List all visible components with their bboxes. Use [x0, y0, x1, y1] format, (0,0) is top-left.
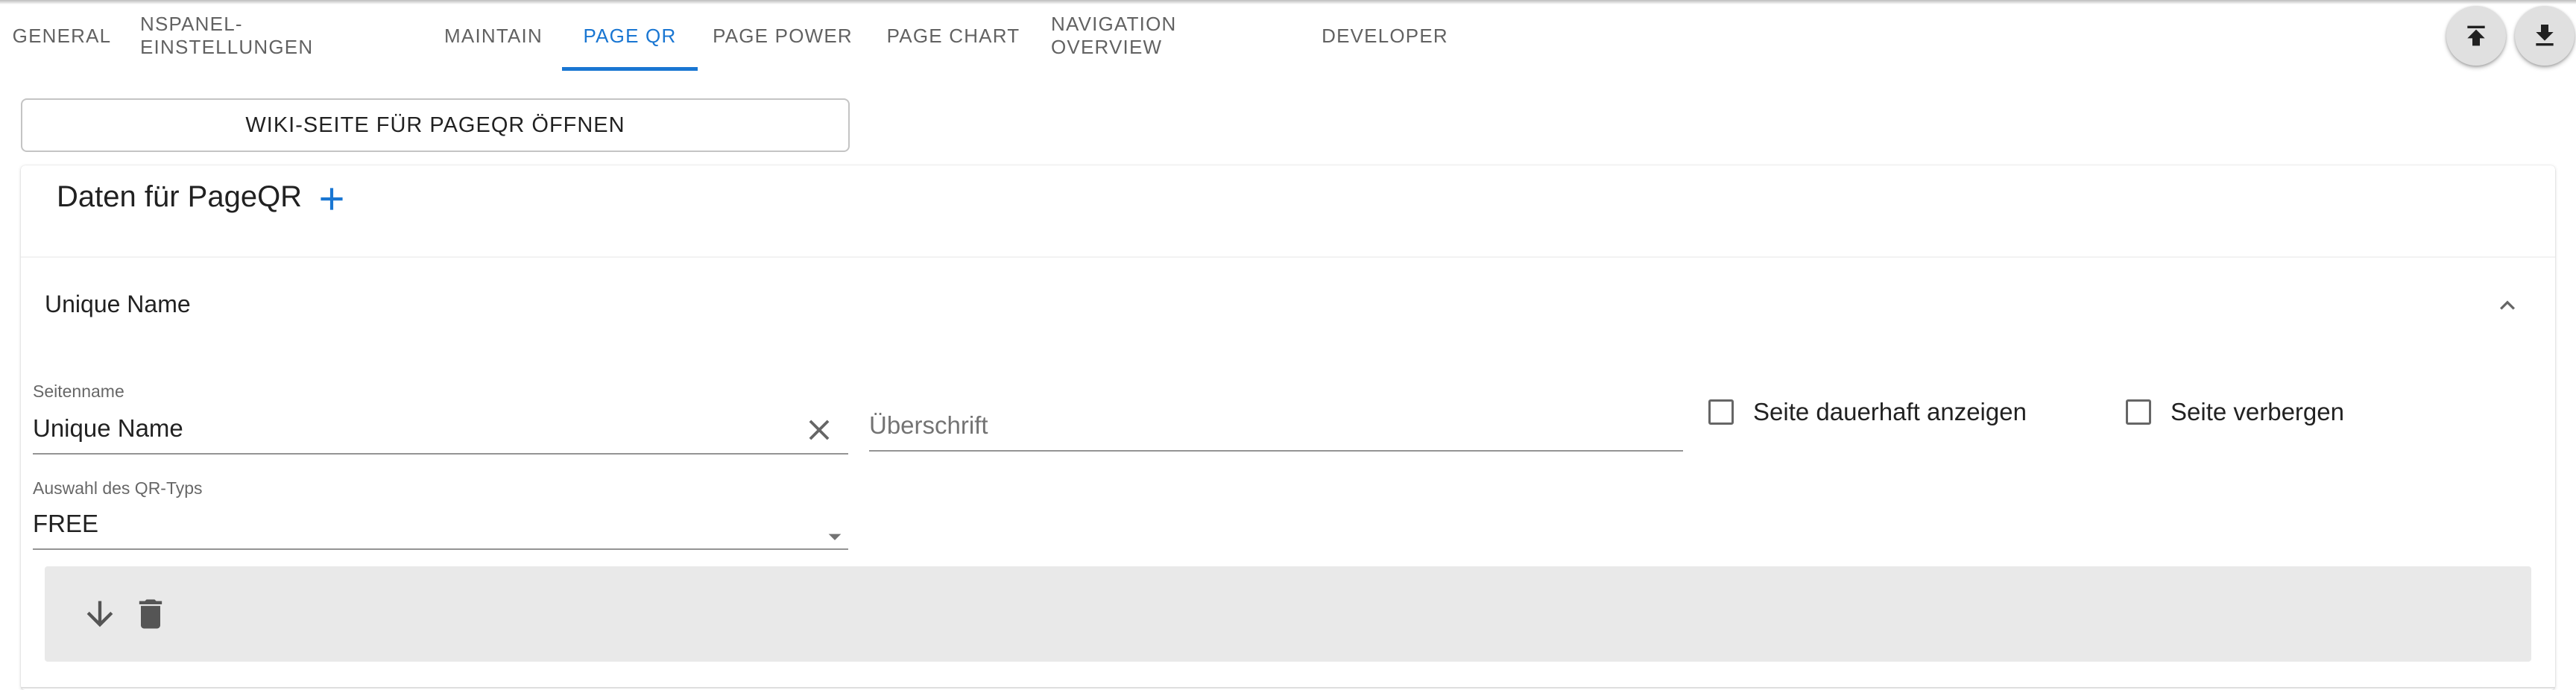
card-title: Daten für PageQR [57, 180, 303, 213]
tab-page-chart[interactable]: PAGE CHART [877, 0, 1030, 72]
arrow-down-icon[interactable] [80, 595, 119, 633]
card-divider [21, 256, 2555, 258]
ueberschrift-underline [869, 450, 1683, 452]
chevron-up-icon[interactable] [2493, 291, 2522, 320]
dauerhaft-label[interactable]: Seite dauerhaft anzeigen [1753, 398, 2027, 426]
accordion-title[interactable]: Unique Name [45, 291, 191, 318]
seitenname-input[interactable]: Unique Name [33, 414, 183, 443]
clear-icon[interactable] [802, 413, 836, 447]
qr-typ-label: Auswahl des QR-Typs [33, 478, 203, 498]
upload-button[interactable] [2446, 6, 2506, 66]
item-actions-panel [45, 566, 2531, 662]
tab-nspanel-einstellungen[interactable]: NSPANEL-EINSTELLUNGEN [140, 0, 416, 72]
pageqr-card: Daten für PageQR Unique Name Seitenname … [21, 165, 2555, 690]
seitenname-underline [33, 453, 848, 455]
tab-page-power[interactable]: PAGE POWER [708, 0, 857, 72]
download-icon [2536, 25, 2554, 46]
dropdown-arrow-icon[interactable] [820, 522, 850, 551]
verbergen-checkbox[interactable] [2126, 399, 2151, 425]
add-icon[interactable] [313, 180, 350, 218]
trash-icon[interactable] [131, 595, 170, 633]
tab-bar: GENERAL NSPANEL-EINSTELLUNGEN MAINTAIN P… [0, 0, 2385, 72]
ueberschrift-input[interactable]: Überschrift [869, 411, 988, 440]
tab-page-qr[interactable]: PAGE QR [562, 0, 698, 72]
tab-maintain[interactable]: MAINTAIN [435, 0, 552, 72]
wiki-page-button[interactable]: WIKI-SEITE FÜR PAGEQR ÖFFNEN [21, 98, 850, 152]
verbergen-label[interactable]: Seite verbergen [2171, 398, 2344, 426]
card-bottom-border [21, 687, 2555, 689]
seitenname-label: Seitenname [33, 382, 124, 401]
download-button[interactable] [2515, 6, 2575, 66]
dauerhaft-checkbox[interactable] [1708, 399, 1734, 425]
active-tab-indicator [562, 67, 698, 71]
tab-navigation-overview[interactable]: NAVIGATION OVERVIEW [1051, 0, 1291, 72]
tab-developer[interactable]: DEVELOPER [1312, 0, 1458, 72]
qr-typ-select[interactable]: FREE [33, 510, 98, 538]
tab-general[interactable]: GENERAL [0, 0, 124, 72]
qr-typ-underline [33, 548, 848, 550]
upload-icon [2467, 25, 2485, 46]
